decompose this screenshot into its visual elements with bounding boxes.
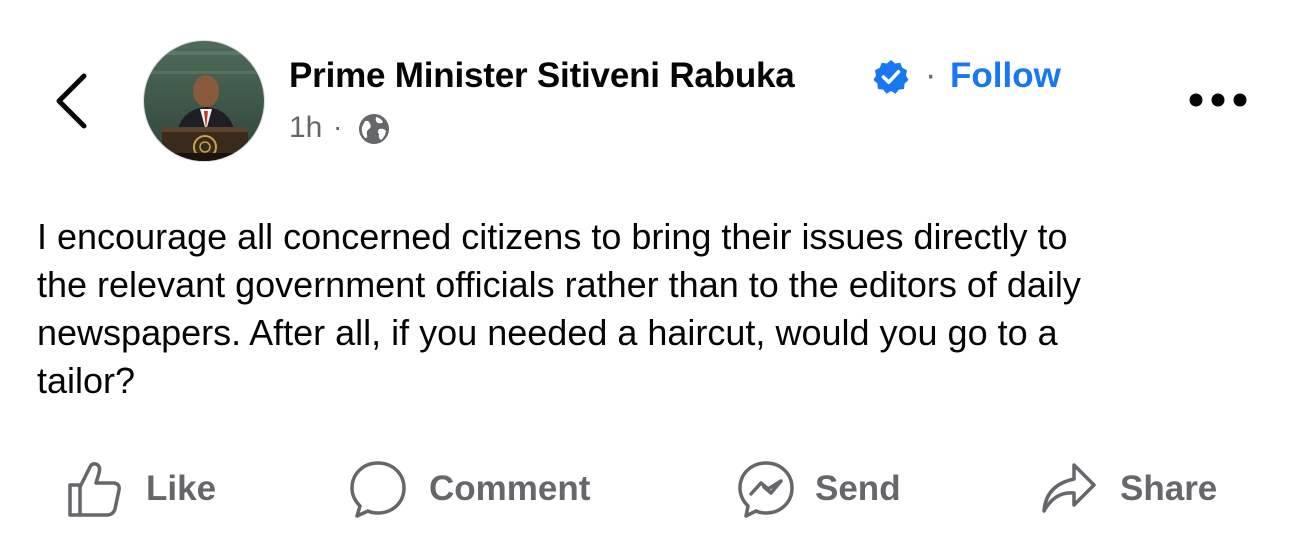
author-name[interactable]: Prime Minister Sitiveni Rabuka [289, 56, 795, 96]
verified-badge-icon [872, 58, 910, 96]
messenger-icon [738, 461, 794, 518]
comment-bubble-icon [350, 461, 406, 518]
back-button[interactable] [50, 70, 94, 132]
follow-button[interactable]: Follow [950, 56, 1061, 96]
share-arrow-icon [1042, 463, 1096, 513]
share-label: Share [1120, 469, 1218, 508]
post-card: Prime Minister Sitiveni Rabuka · Follow … [0, 0, 1290, 538]
chevron-left-icon [56, 73, 87, 129]
action-bar: Like Comment Send Share [0, 455, 1290, 525]
avatar[interactable] [143, 40, 265, 162]
post-body-text: I encourage all concerned citizens to br… [37, 216, 1081, 401]
separator-dot: · [925, 56, 937, 94]
like-button[interactable]: Like [64, 455, 234, 525]
post-timestamp[interactable]: 1h [289, 111, 322, 145]
more-options-button[interactable] [1188, 88, 1248, 112]
meta-separator-dot: · [333, 111, 343, 142]
thumbs-up-icon [68, 462, 121, 517]
avatar-photo [144, 41, 264, 161]
comment-button[interactable]: Comment [348, 455, 608, 525]
like-label: Like [146, 469, 217, 508]
more-horizontal-icon [1189, 93, 1247, 107]
globe-icon[interactable] [357, 112, 391, 146]
send-label: Send [815, 469, 901, 508]
comment-label: Comment [429, 469, 591, 508]
share-button[interactable]: Share [1038, 455, 1228, 525]
send-button[interactable]: Send [736, 455, 916, 525]
